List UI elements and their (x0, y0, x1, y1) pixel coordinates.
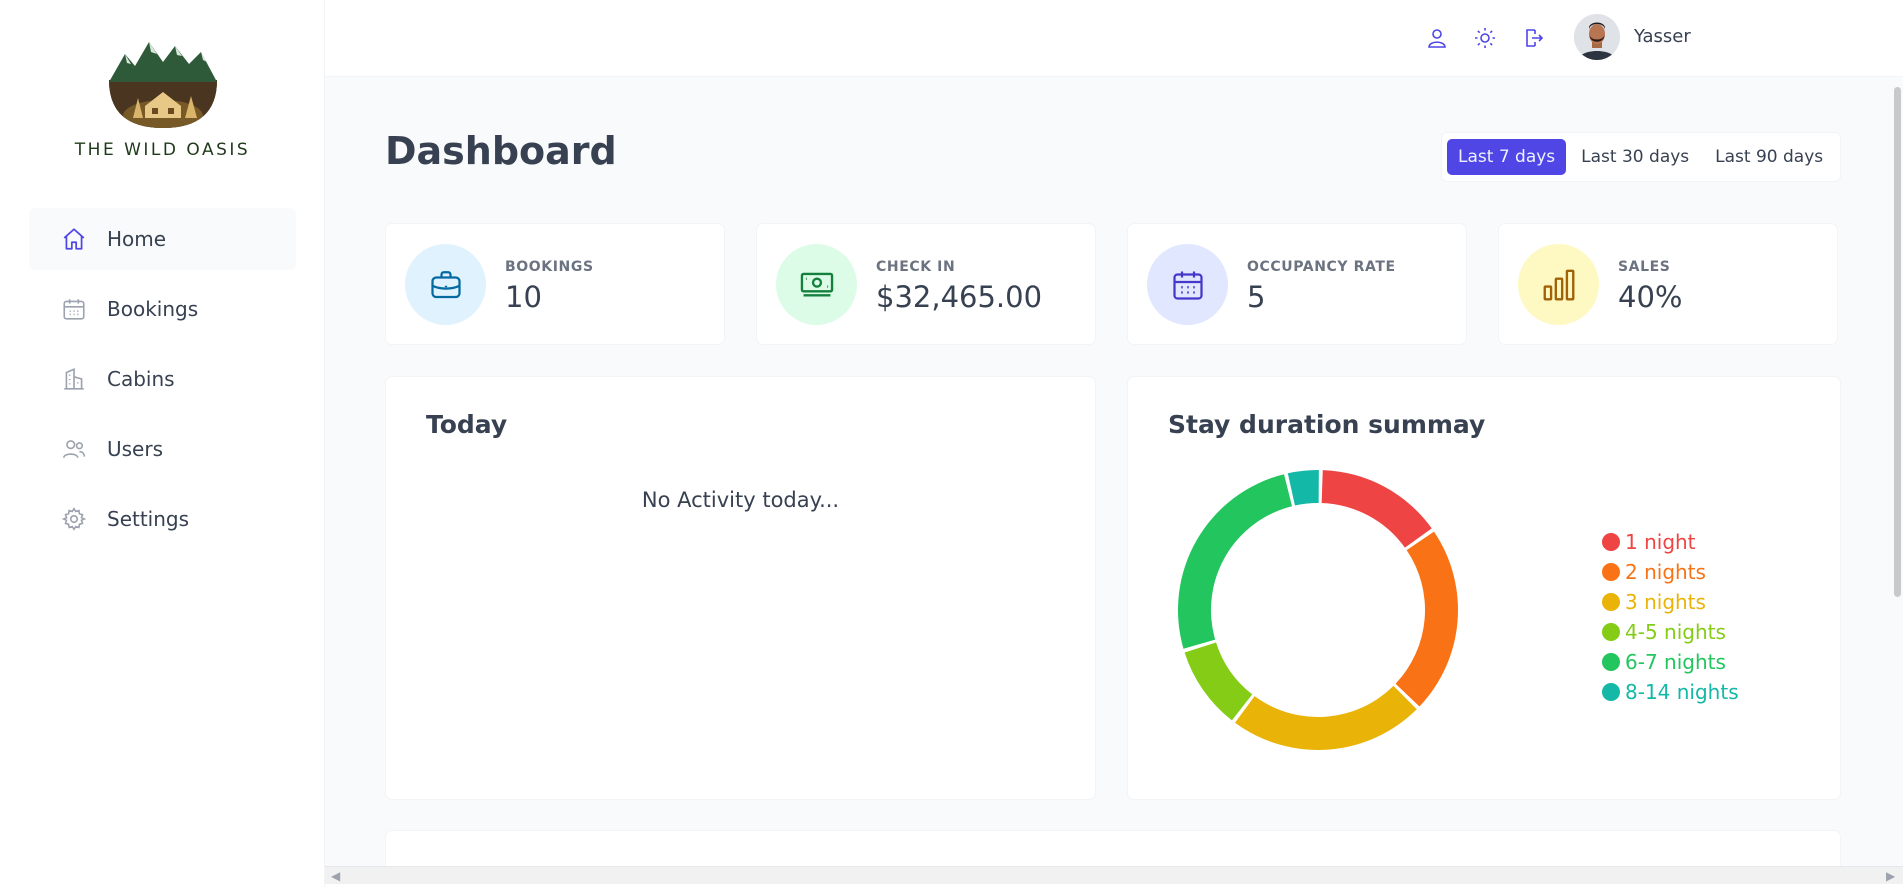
stat-label: SALES (1618, 259, 1671, 275)
legend-label: 1 night (1625, 530, 1696, 554)
stat-label: OCCUPANCY RATE (1247, 259, 1396, 275)
sidebar-item-settings[interactable]: Settings (29, 488, 296, 550)
brand-name: THE WILD OASIS (74, 140, 251, 160)
sidebar-item-label: Cabins (107, 367, 175, 391)
legend-dot-icon (1602, 593, 1620, 611)
stat-value: 5 (1247, 280, 1266, 314)
legend-item[interactable]: 1 night (1602, 527, 1739, 557)
dark-mode-toggle[interactable] (1471, 24, 1499, 52)
legend-item[interactable]: 4-5 nights (1602, 617, 1739, 647)
chart-legend: 1 night 2 nights 3 nights 4-5 nights 6-7 nig… (1602, 527, 1739, 707)
logout-button[interactable] (1519, 24, 1547, 52)
banknotes-icon (776, 244, 857, 325)
legend-dot-icon (1602, 563, 1620, 581)
sidebar-item-label: Settings (107, 507, 190, 531)
user-avatar-image (1574, 14, 1620, 60)
sidebar-item-label: Users (107, 437, 164, 461)
legend-dot-icon (1602, 533, 1620, 551)
briefcase-icon (405, 244, 486, 325)
sidebar: THE WILD OASIS Home Bookings Cabins User… (0, 0, 325, 887)
donut-slice-6-7-nights[interactable] (1178, 474, 1293, 649)
stat-value: 40% (1618, 280, 1683, 314)
main-content: Dashboard Last 7 days Last 30 days Last … (325, 77, 1903, 866)
sidebar-item-label: Bookings (107, 297, 199, 321)
stat-occupancy-rate: OCCUPANCY RATE 5 (1127, 223, 1467, 345)
sales-panel (385, 830, 1841, 866)
stat-check-in: CHECK IN $32,465.00 (756, 223, 1096, 345)
sidebar-nav: Home Bookings Cabins Users Settings (29, 208, 296, 558)
logo[interactable]: THE WILD OASIS (0, 36, 325, 160)
logo-icon (108, 42, 217, 128)
filter-last-30-days[interactable]: Last 30 days (1570, 139, 1700, 175)
page-title: Dashboard (385, 129, 617, 173)
user-icon (1428, 29, 1446, 48)
stay-duration-donut-chart (1178, 470, 1458, 750)
sun-icon (1475, 28, 1495, 48)
legend-label: 8-14 nights (1625, 680, 1739, 704)
stat-value: 10 (505, 280, 542, 314)
sidebar-item-bookings[interactable]: Bookings (29, 278, 296, 340)
legend-label: 6-7 nights (1625, 650, 1726, 674)
legend-dot-icon (1602, 623, 1620, 641)
avatar[interactable] (1574, 14, 1620, 60)
chart-bar-icon (1518, 244, 1599, 325)
legend-label: 3 nights (1625, 590, 1706, 614)
stat-label: CHECK IN (876, 259, 956, 275)
gear-icon (61, 506, 87, 532)
building-icon (61, 366, 87, 392)
calendar-days-icon (1147, 244, 1228, 325)
donut-slice-2-nights[interactable] (1395, 531, 1458, 707)
filter-last-90-days[interactable]: Last 90 days (1704, 139, 1834, 175)
home-icon (61, 226, 87, 252)
legend-item[interactable]: 3 nights (1602, 587, 1739, 617)
stat-value: $32,465.00 (876, 280, 1043, 314)
stay-duration-panel: Stay duration summay 1 night 2 nights 3 ni… (1127, 376, 1841, 800)
sidebar-item-home[interactable]: Home (29, 208, 296, 270)
legend-item[interactable]: 6-7 nights (1602, 647, 1739, 677)
legend-item[interactable]: 2 nights (1602, 557, 1739, 587)
sidebar-item-cabins[interactable]: Cabins (29, 348, 296, 410)
sidebar-item-label: Home (107, 227, 167, 251)
chart-title: Stay duration summay (1168, 410, 1486, 439)
top-header: Yasser (325, 0, 1903, 77)
stat-sales: SALES 40% (1498, 223, 1838, 345)
legend-dot-icon (1602, 653, 1620, 671)
users-icon (61, 436, 87, 462)
account-button[interactable] (1423, 24, 1451, 52)
stat-label: BOOKINGS (505, 259, 594, 275)
legend-label: 4-5 nights (1625, 620, 1726, 644)
date-filter: Last 7 days Last 30 days Last 90 days (1441, 132, 1841, 182)
donut-slice-3-nights[interactable] (1235, 685, 1417, 750)
stat-bookings: BOOKINGS 10 (385, 223, 725, 345)
no-activity-message: No Activity today... (641, 488, 840, 512)
donut-slice-1-night[interactable] (1321, 470, 1432, 548)
legend-dot-icon (1602, 683, 1620, 701)
scroll-right-arrow-icon[interactable]: ▶ (1886, 869, 1895, 883)
donut-slice-8-14-nights[interactable] (1287, 470, 1319, 506)
horizontal-scrollbar[interactable]: ◀ ▶ (325, 866, 1903, 884)
today-title: Today (426, 410, 508, 439)
filter-last-7-days[interactable]: Last 7 days (1447, 139, 1567, 175)
vertical-scrollbar[interactable] (1892, 77, 1903, 866)
donut-slice-4-5-nights[interactable] (1184, 642, 1253, 721)
legend-label: 2 nights (1625, 560, 1706, 584)
vertical-scrollbar-thumb[interactable] (1894, 87, 1901, 597)
legend-item[interactable]: 8-14 nights (1602, 677, 1739, 707)
today-panel: Today No Activity today... (385, 376, 1096, 800)
calendar-icon (61, 296, 87, 322)
logout-icon (1526, 29, 1544, 47)
scroll-left-arrow-icon[interactable]: ◀ (331, 869, 340, 883)
sidebar-item-users[interactable]: Users (29, 418, 296, 480)
user-name: Yasser (1634, 26, 1691, 47)
